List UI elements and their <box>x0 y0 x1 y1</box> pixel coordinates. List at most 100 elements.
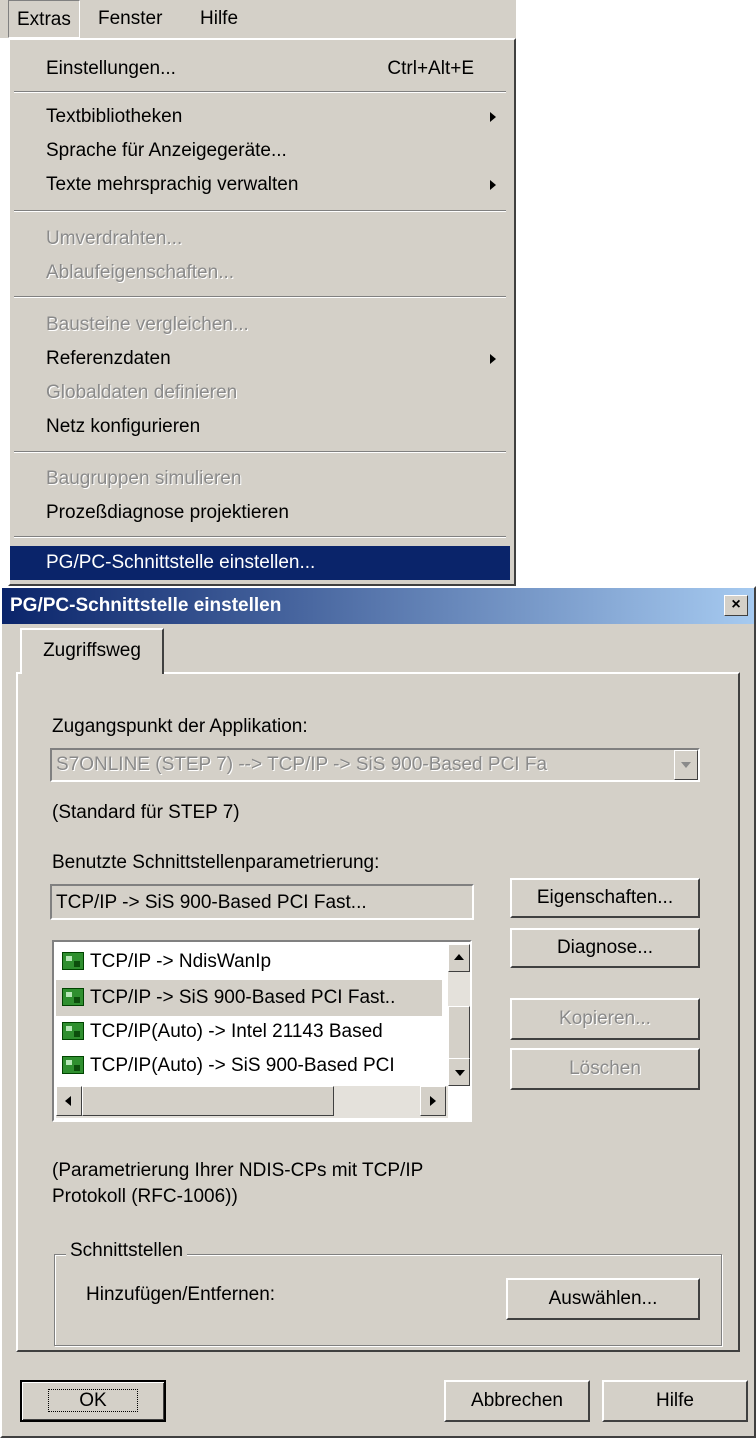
menu-item-label: Sprache für Anzeigegeräte... <box>46 140 287 161</box>
menu-separator <box>14 536 506 538</box>
arrow-up-icon <box>454 954 464 960</box>
abbrechen-button[interactable]: Abbrechen <box>444 1380 590 1422</box>
menu-item-bausteine: Bausteine vergleichen... <box>10 308 510 342</box>
menu-extras[interactable]: Extras <box>8 0 80 38</box>
description-line-2: Protokoll (RFC-1006)) <box>52 1186 238 1207</box>
scroll-thumb-horizontal[interactable] <box>82 1086 334 1116</box>
menu-item-referenzdaten[interactable]: Referenzdaten <box>10 342 510 376</box>
network-card-icon <box>62 1056 84 1074</box>
button-label: Diagnose... <box>556 937 654 958</box>
menu-item-label: PG/PC-Schnittstelle einstellen... <box>46 552 316 573</box>
tab-zugriffsweg[interactable]: Zugriffsweg <box>20 628 164 674</box>
scroll-thumb[interactable] <box>448 1006 470 1060</box>
menu-item-label: Netz konfigurieren <box>46 416 201 437</box>
menu-item-label: Prozeßdiagnose projektieren <box>46 502 289 523</box>
interface-listbox[interactable]: TCP/IP -> NdisWanIp TCP/IP -> SiS 900-Ba… <box>52 940 472 1122</box>
access-point-value: S7ONLINE (STEP 7) --> TCP/IP -> SiS 900-… <box>56 754 548 775</box>
dropdown-button[interactable] <box>674 750 698 780</box>
menu-separator <box>14 296 506 298</box>
network-card-icon <box>62 952 84 970</box>
list-item[interactable]: TCP/IP(Auto) -> SiS 900-Based PCI <box>56 1048 442 1084</box>
menu-item-label: Bausteine vergleichen... <box>46 314 249 335</box>
menu-hilfe[interactable]: Hilfe <box>192 0 246 38</box>
diagnose-button[interactable]: Diagnose... <box>510 928 700 968</box>
button-label: OK <box>48 1389 138 1412</box>
access-point-label: Zugangspunkt der Applikation: <box>52 716 308 737</box>
groupbox-title: Schnittstellen <box>66 1240 188 1262</box>
list-item[interactable]: TCP/IP(Auto) -> Intel 21143 Based <box>56 1014 442 1050</box>
hilfe-button[interactable]: Hilfe <box>602 1380 748 1422</box>
close-icon: × <box>731 596 741 613</box>
button-label: Eigenschaften... <box>536 887 674 908</box>
menu-item-texte[interactable]: Texte mehrsprachig verwalten <box>10 168 510 202</box>
list-item-selected[interactable]: TCP/IP -> SiS 900-Based PCI Fast.. <box>56 980 442 1016</box>
menu-separator <box>14 210 506 212</box>
shortcut-label: Ctrl+Alt+E <box>387 58 474 79</box>
menu-item-label: Baugruppen simulieren <box>46 468 242 489</box>
extras-menu: Einstellungen... Ctrl+Alt+E Textbiblioth… <box>8 38 516 586</box>
menu-item-label: Umverdrahten... <box>46 228 183 249</box>
list-item[interactable]: TCP/IP -> NdisWanIp <box>56 944 442 980</box>
kopieren-button: Kopieren... <box>510 998 700 1040</box>
network-card-icon <box>62 1022 84 1040</box>
scroll-up-button[interactable] <box>448 944 470 972</box>
dialog-title: PG/PC-Schnittstelle einstellen <box>10 595 282 616</box>
menu-item-baugruppen: Baugruppen simulieren <box>10 462 510 496</box>
menu-item-globaldaten: Globaldaten definieren <box>10 376 510 410</box>
scroll-down-button[interactable] <box>448 1058 470 1086</box>
close-button[interactable]: × <box>724 595 748 616</box>
list-item-label: TCP/IP -> SiS 900-Based PCI Fast.. <box>90 987 396 1008</box>
menu-item-label: Referenzdaten <box>46 348 171 369</box>
menu-item-ablaufeigenschaften: Ablaufeigenschaften... <box>10 256 510 290</box>
submenu-arrow-icon <box>490 112 496 122</box>
description-line-1: (Parametrierung Ihrer NDIS-CPs mit TCP/I… <box>52 1160 424 1181</box>
param-value: TCP/IP -> SiS 900-Based PCI Fast... <box>56 892 367 913</box>
menu-item-label: Einstellungen... <box>46 58 176 79</box>
access-point-select[interactable]: S7ONLINE (STEP 7) --> TCP/IP -> SiS 900-… <box>50 748 700 782</box>
horizontal-scrollbar[interactable] <box>56 1086 448 1118</box>
menu-item-label: Texte mehrsprachig verwalten <box>46 174 299 195</box>
arrow-down-icon <box>455 1070 465 1076</box>
menu-item-umverdrahten: Umverdrahten... <box>10 222 510 256</box>
menu-item-einstellungen[interactable]: Einstellungen... Ctrl+Alt+E <box>10 52 510 86</box>
vertical-scrollbar[interactable] <box>448 944 470 1086</box>
dialog-titlebar[interactable]: PG/PC-Schnittstelle einstellen × <box>2 588 754 624</box>
param-value-field: TCP/IP -> SiS 900-Based PCI Fast... <box>50 884 474 920</box>
arrow-right-icon <box>430 1096 436 1106</box>
scroll-right-button[interactable] <box>420 1086 446 1116</box>
param-label: Benutzte Schnittstellenparametrierung: <box>52 852 380 873</box>
menu-item-label: Textbibliotheken <box>46 106 183 127</box>
auswaehlen-button[interactable]: Auswählen... <box>506 1278 700 1320</box>
scroll-left-button[interactable] <box>56 1086 82 1116</box>
list-item-label: TCP/IP(Auto) -> SiS 900-Based PCI <box>90 1055 395 1076</box>
eigenschaften-button[interactable]: Eigenschaften... <box>510 878 700 918</box>
arrow-left-icon <box>65 1096 71 1106</box>
button-label: Hilfe <box>655 1390 694 1411</box>
network-card-icon <box>62 988 84 1006</box>
submenu-arrow-icon <box>490 180 496 190</box>
menu-item-prozessdiagnose[interactable]: Prozeßdiagnose projektieren <box>10 496 510 530</box>
submenu-arrow-icon <box>490 354 496 364</box>
menu-separator <box>14 91 506 93</box>
ok-button[interactable]: OK <box>20 1380 166 1422</box>
menubar: Extras Fenster Hilfe <box>0 0 516 38</box>
pgpc-dialog: PG/PC-Schnittstelle einstellen × Zugriff… <box>0 586 756 1438</box>
tab-label: Zugriffsweg <box>43 640 141 661</box>
menu-item-sprache[interactable]: Sprache für Anzeigegeräte... <box>10 134 510 168</box>
menu-item-pgpc-schnittstelle[interactable]: PG/PC-Schnittstelle einstellen... <box>10 546 510 580</box>
menu-separator <box>14 451 506 453</box>
menu-item-label: Globaldaten definieren <box>46 382 238 403</box>
menu-item-textbibliotheken[interactable]: Textbibliotheken <box>10 100 510 134</box>
list-item-label: TCP/IP(Auto) -> Intel 21143 Based <box>90 1021 383 1042</box>
button-label: Auswählen... <box>548 1288 658 1309</box>
menu-item-label: Ablaufeigenschaften... <box>46 262 235 283</box>
list-item-label: TCP/IP -> NdisWanIp <box>90 951 272 972</box>
loeschen-button: Löschen <box>510 1048 700 1090</box>
menu-fenster[interactable]: Fenster <box>90 0 170 38</box>
standard-note: (Standard für STEP 7) <box>52 802 240 823</box>
menu-item-netz[interactable]: Netz konfigurieren <box>10 410 510 444</box>
button-label: Löschen <box>569 1058 641 1079</box>
add-remove-label: Hinzufügen/Entfernen: <box>86 1284 276 1305</box>
button-label: Abbrechen <box>471 1390 563 1411</box>
chevron-down-icon <box>681 762 691 768</box>
